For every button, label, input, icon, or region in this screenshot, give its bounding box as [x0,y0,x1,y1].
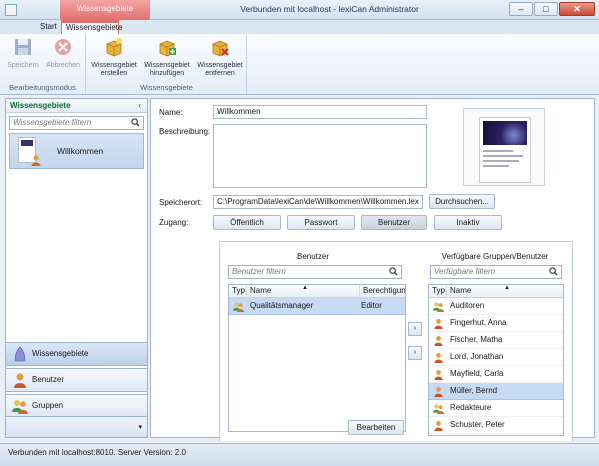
nav-knowledge-areas[interactable]: Wissensgebiete [5,342,148,366]
sort-ascending-icon: ▲ [504,285,510,291]
user-icon [14,373,26,388]
knowledge-area-icon [14,346,26,362]
details-panel: Name: Willkommen Beschreibung: Speichero… [150,98,595,441]
name-label: Name: [159,108,183,117]
table-row[interactable]: Mayfield, Carla [429,366,563,383]
box-remove-icon [212,40,229,57]
sidebar-filter-input[interactable]: Wissensgebiete filtern [9,116,144,130]
available-rows: Auditoren Fingerhut, Anna Fischer, Matha Lo… [429,298,563,434]
search-icon [131,118,140,127]
table-row[interactable]: Qualitätsmanager Editor [229,298,405,315]
ribbon-group-label: Bearbeitungsmodus [9,83,76,92]
table-row[interactable]: Müller, Bernd [429,383,563,400]
access-password-button[interactable]: Passwort [287,215,355,230]
remove-knowledge-area-button[interactable]: Wissensgebiet entfernen [195,37,245,78]
users-panel-title: Benutzer [296,252,330,261]
available-table: Typ Name ▲ Auditoren Fingerhut, Anna Fisch… [428,284,564,436]
users-table: Typ Name ▲ Berechtigun Qualitätsmanager … [228,284,406,432]
user-icon [434,336,443,346]
create-knowledge-area-button[interactable]: Wissensgebiet erstellen [89,37,139,78]
browse-button[interactable]: Durchsuchen... [429,194,495,209]
search-icon [389,267,398,276]
user-icon [434,421,443,431]
user-icon [434,370,443,380]
cancel-button[interactable]: Abbrechen [44,37,82,70]
save-button[interactable]: Speichern [6,37,40,70]
ribbon-group-knowledge-areas: Wissensgebiet erstellen Wissensgebiet hi… [87,34,247,94]
tab-wissensgebiete[interactable]: Wissensgebiete [61,20,122,35]
add-to-users-button[interactable]: ‹ [408,322,422,336]
window-title: Verbunden mit localhost - lexiCan Admini… [240,4,419,14]
table-row[interactable]: Fischer, Matha [429,332,563,349]
ribbon-group-label: Wissensgebiete [140,83,193,92]
users-filter-input[interactable]: Benutzer filtern [228,265,402,279]
access-inactive-button[interactable]: Inaktiv [434,215,502,230]
close-button[interactable]: ✕ [559,2,595,16]
add-knowledge-area-button[interactable]: Wissensgebiet hinzufügen [141,37,193,78]
group-icon [233,302,244,312]
nav-footer[interactable]: ▾ [5,416,148,438]
remove-from-users-button[interactable]: › [408,346,422,360]
group-icon [433,302,444,312]
table-row[interactable]: Schuster, Peter [429,417,563,434]
box-new-icon [106,38,122,57]
group-icon [433,404,444,414]
sort-ascending-icon: ▲ [302,285,308,291]
available-filter-input[interactable]: Verfügbare filtern [430,265,562,279]
list-item[interactable]: Willkommen [9,133,144,169]
tab-start[interactable]: Start [36,21,61,34]
chevron-down-icon[interactable]: ▾ [138,423,142,431]
maximize-button[interactable]: □ [534,2,558,16]
user-icon [434,319,443,329]
table-row[interactable]: Fingerhut, Anna [429,315,563,332]
status-bar: Verbunden mit localhost:8010. Server Ver… [0,443,599,466]
access-public-button[interactable]: Öffentlich [213,215,281,230]
nav-users[interactable]: Benutzer [5,368,148,392]
available-table-header: Typ Name ▲ [429,285,563,298]
cancel-icon [55,39,71,55]
app-icon[interactable] [5,4,17,16]
user-icon [434,387,443,397]
title-bar: Wissensgebiete Verbunden mit localhost -… [0,0,599,20]
users-table-header: Typ Name ▲ Berechtigun [229,285,405,298]
user-icon [434,353,443,363]
preview-page [479,117,531,183]
table-row[interactable]: Redakteure [429,400,563,417]
table-row[interactable]: Auditoren [429,298,563,315]
permissions-groupbox: Benutzer Benutzer filtern Typ Name ▲ Ber… [219,241,573,441]
description-label: Beschreibung: [159,127,211,136]
table-row[interactable]: Lord, Jonathan [429,349,563,366]
available-panel-title: Verfügbare Gruppen/Benutzer [441,252,549,261]
floppy-disk-icon [15,39,31,55]
access-users-button[interactable]: Benutzer [361,215,427,230]
access-label: Zugang: [159,218,189,227]
ribbon-group-edit-mode: Speichern Abbrechen Bearbeitungsmodus [0,34,86,94]
knowledge-area-preview [463,108,545,186]
location-label: Speicherort: [159,198,203,207]
collapse-icon[interactable]: ‹ [138,99,141,112]
description-field[interactable] [213,124,427,188]
box-add-icon [159,40,176,57]
nav-groups[interactable]: Gruppen [5,394,148,418]
location-field[interactable]: C:\ProgramData\lexiCan\de\Willkommen\Wil… [213,195,423,209]
name-field[interactable]: Willkommen [213,105,427,119]
sidebar-header: Wissensgebiete ‹ [6,99,147,113]
context-tab-group: Wissensgebiete [60,0,150,20]
window-controls: – □ ✕ [509,2,595,16]
edit-button[interactable]: Bearbeiten [348,420,404,435]
user-badge-icon [31,155,41,166]
minimize-button[interactable]: – [509,2,533,16]
ribbon: Speichern Abbrechen Bearbeitungsmodus Wi… [0,34,599,95]
group-icon [12,400,28,414]
search-icon [549,267,558,276]
ribbon-tabs: Start Wissensgebiete [0,20,599,35]
